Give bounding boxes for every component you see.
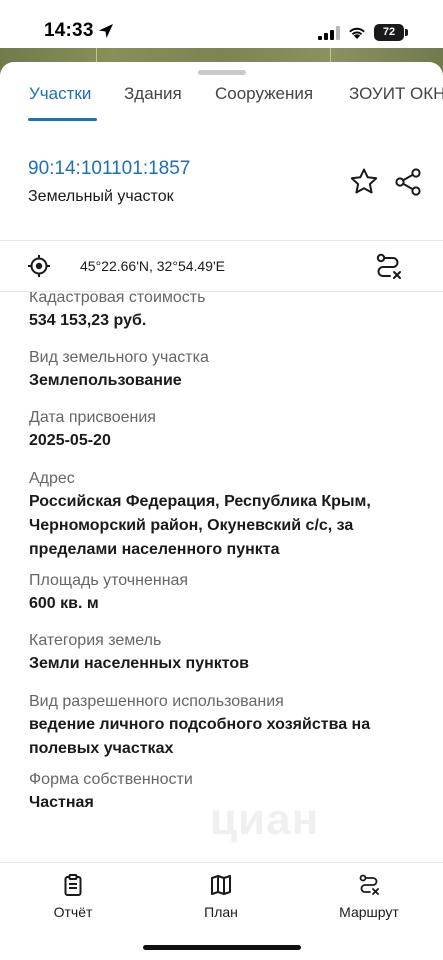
field-assignment-date: Дата присвоения 2025-05-20 xyxy=(29,408,429,453)
active-tab-indicator xyxy=(28,118,97,121)
object-type: Земельный участок xyxy=(28,188,174,205)
field-land-category: Категория земель Земли населенных пункто… xyxy=(29,631,429,676)
battery-level: 72 xyxy=(382,26,396,38)
coordinates-text: 45°22.66'N, 32°54.49'E xyxy=(80,258,225,274)
field-value: 2025-05-20 xyxy=(29,432,111,449)
field-value: Российская Федерация, Республика Крым, Ч… xyxy=(29,493,371,558)
locate-icon[interactable] xyxy=(27,254,51,278)
field-address: Адрес Российская Федерация, Республика К… xyxy=(29,469,429,562)
field-label: Дата присвоения xyxy=(29,409,156,426)
tab-parcels[interactable]: Участки xyxy=(29,84,91,104)
field-value: Землепользование xyxy=(29,372,182,389)
field-label: Вид разрешенного использования xyxy=(29,693,284,710)
watermark-logo: циан xyxy=(210,795,320,844)
field-area: Площадь уточненная 600 кв. м xyxy=(29,571,429,616)
field-parcel-kind: Вид земельного участка Землепользование xyxy=(29,348,429,393)
home-indicator[interactable] xyxy=(143,945,301,950)
map-icon xyxy=(211,875,231,895)
category-tabs: Участки Здания Сооружения ЗОУИТ ОКН xyxy=(0,80,443,124)
route-icon[interactable] xyxy=(372,251,404,283)
location-arrow-icon xyxy=(99,24,113,38)
cellular-signal-icon xyxy=(318,26,340,40)
field-label: Вид земельного участка xyxy=(29,349,209,366)
share-icon[interactable] xyxy=(393,166,425,198)
field-label: Форма собственности xyxy=(29,771,193,788)
field-label: Кадастровая стоимость xyxy=(29,292,206,306)
sheet-drag-handle[interactable] xyxy=(198,70,246,75)
nav-route-label: Маршрут xyxy=(339,904,399,920)
route-icon xyxy=(359,874,379,895)
field-label: Адрес xyxy=(29,470,75,487)
clipboard-icon xyxy=(64,874,82,896)
battery-icon: 72 xyxy=(374,24,404,41)
tab-zouit[interactable]: ЗОУИТ ОКН xyxy=(349,84,443,104)
field-value: 534 153,23 руб. xyxy=(29,312,147,329)
field-label: Площадь уточненная xyxy=(29,572,189,589)
favorite-star-icon[interactable] xyxy=(348,166,380,198)
nav-report-label: Отчёт xyxy=(53,904,93,920)
battery-tip xyxy=(405,29,408,36)
field-cadastral-value: Кадастровая стоимость 534 153,23 руб. xyxy=(29,292,429,333)
status-time: 14:33 xyxy=(44,20,94,41)
field-value: 600 кв. м xyxy=(29,595,99,612)
tab-structures[interactable]: Сооружения xyxy=(215,84,313,104)
field-value: ведение личного подсобного хозяйства на … xyxy=(29,716,371,757)
nav-report-button[interactable]: Отчёт xyxy=(18,873,128,920)
parcel-details-list[interactable]: Кадастровая стоимость 534 153,23 руб. Ви… xyxy=(0,292,443,860)
bottom-navigation: Отчёт План Маршрут xyxy=(0,862,443,960)
nav-plan-button[interactable]: План xyxy=(166,873,276,920)
nav-route-button[interactable]: Маршрут xyxy=(314,873,424,920)
nav-plan-label: План xyxy=(204,904,238,920)
field-label: Категория земель xyxy=(29,632,162,649)
field-value: Земли населенных пунктов xyxy=(29,655,250,672)
wifi-icon xyxy=(349,27,365,39)
field-permitted-use: Вид разрешенного использования ведение л… xyxy=(29,692,429,761)
coordinates-bar: 45°22.66'N, 32°54.49'E xyxy=(0,240,443,292)
tab-buildings[interactable]: Здания xyxy=(124,84,182,104)
cadastral-number[interactable]: 90:14:101101:1857 xyxy=(28,158,190,180)
